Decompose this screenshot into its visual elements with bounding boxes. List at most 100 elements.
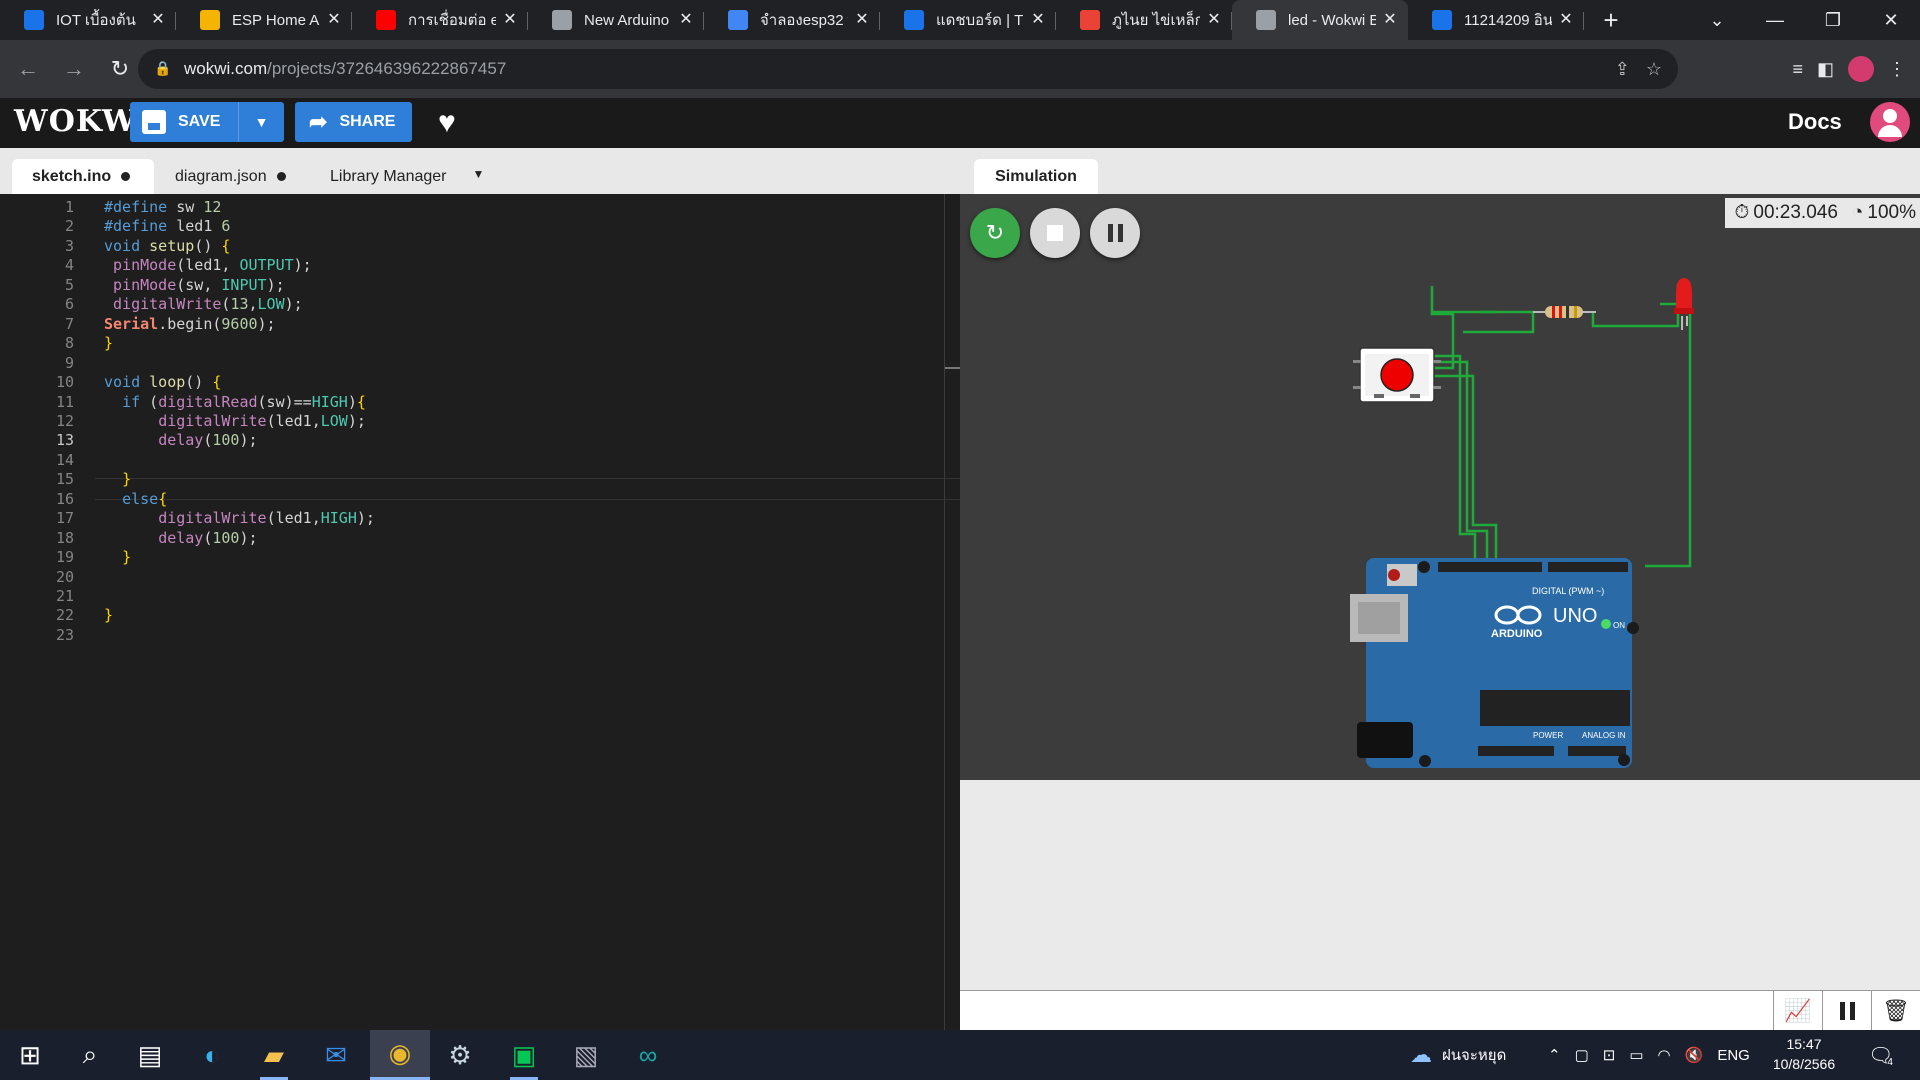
simulation-canvas[interactable]: ↻ ⏱ 00:23.046 ◔ 100% UNO ARDUINO ON DIGI… [960,194,1920,780]
code-line[interactable]: pinMode(sw, INPUT); [104,276,285,294]
mail-icon[interactable]: ✉ [306,1030,366,1080]
clear-trash-icon[interactable]: 🗑 [1871,991,1920,1031]
arduino-ide-icon[interactable]: ∞ [618,1030,678,1080]
close-tab-icon[interactable]: ✕ [854,12,870,28]
code-line[interactable]: } [104,548,131,566]
code-line[interactable]: Serial.begin(9600); [104,315,276,333]
browser-tab[interactable]: New Arduino ✕ [528,0,704,40]
contacts-icon [1432,10,1452,30]
code-line[interactable]: delay(100); [104,431,257,449]
code-line[interactable]: void setup() { [104,237,230,255]
unsaved-dot-icon [121,172,131,181]
photos-app-icon[interactable]: ▧ [556,1030,616,1080]
notification-center-icon[interactable]: 🗨 4 [1868,1030,1893,1080]
resistor[interactable] [1533,306,1596,318]
plotter-chart-icon[interactable]: 📈 [1773,991,1822,1031]
browser-tab[interactable]: led - Wokwi E ✕ [1232,0,1408,40]
browser-tab[interactable]: ภูไนย ไข่เหล็ก ✕ [1056,0,1232,40]
task-view-icon[interactable]: ▤ [120,1030,180,1080]
close-tab-icon[interactable]: ✕ [678,12,694,28]
file-explorer-icon[interactable]: ▰ [244,1030,304,1080]
code-line[interactable]: void loop() { [104,373,221,391]
wokwi-logo[interactable]: WOKWi [14,104,148,139]
browser-tab[interactable]: การเชื่อมต่อ esp ✕ [352,0,528,40]
user-avatar-icon[interactable] [1870,102,1910,142]
tab-search-icon[interactable]: ⌄ [1688,0,1746,40]
save-button[interactable]: SAVE ▼ [130,102,284,142]
edge-browser-icon[interactable]: ◐ [182,1030,242,1080]
code-editor[interactable]: 1 #define sw 12 2 #define led1 6 3 void setup… [0,194,960,1030]
share-button[interactable]: ➦ SHARE [295,102,412,142]
browser-tab[interactable]: จำลองesp32 wi ✕ [704,0,880,40]
back-arrow-icon[interactable]: ← [10,51,46,87]
show-hidden-icons-chevron[interactable]: ⌃ [1548,1046,1561,1064]
minimize-icon[interactable]: — [1746,0,1804,40]
network-share-icon[interactable]: ⊡ [1603,1046,1616,1064]
forward-arrow-icon[interactable]: → [56,51,92,87]
close-tab-icon[interactable]: ✕ [326,12,342,28]
address-bar[interactable]: 🔒 wokwi.com/projects/372646396222867457 … [138,49,1678,89]
save-dropdown-chevron-icon[interactable]: ▼ [238,102,284,142]
close-tab-icon[interactable]: ✕ [1558,12,1574,28]
arduino-uno-board[interactable]: UNO ARDUINO ON DIGITAL (PWM ~) POWER ANA… [1350,558,1639,768]
code-line[interactable]: if (digitalRead(sw)==HIGH){ [104,393,366,411]
editor-scrollbar[interactable] [944,194,945,1030]
media-queue-icon[interactable]: ≡ [1792,59,1803,80]
browser-tab[interactable]: ESP Home Aut ✕ [176,0,352,40]
close-tab-icon[interactable]: ✕ [1206,12,1222,28]
serial-monitor-input[interactable] [960,990,1773,1030]
pause-serial-icon[interactable] [1822,991,1871,1031]
scrollbar-thumb[interactable] [945,367,960,369]
browser-tab[interactable]: 11214209 อินเ ✕ [1408,0,1584,40]
new-tab-button[interactable]: + [1591,0,1631,40]
taskbar-clock[interactable]: 15:47 10/8/2566 [1752,1034,1856,1074]
close-tab-icon[interactable]: ✕ [150,12,166,28]
bookmark-star-icon[interactable]: ☆ [1646,59,1662,80]
close-window-icon[interactable]: ✕ [1862,0,1920,40]
line-app-icon[interactable]: ▣ [494,1030,554,1080]
browser-tab[interactable]: IOT เบื้องต้น ✕ [0,0,176,40]
speaker-muted-icon[interactable]: 🔇 [1685,1046,1704,1064]
google-docs-icon [728,10,748,30]
side-panel-icon[interactable]: ◧ [1817,59,1834,80]
restore-icon[interactable]: ❐ [1804,0,1862,40]
weather-widget[interactable]: ☁ ฝนจะหยุด [1410,1030,1506,1080]
tabs-menu-chevron-icon[interactable]: ▼ [473,167,485,181]
code-line[interactable]: } [104,470,131,488]
code-line[interactable]: pinMode(led1, OUTPUT); [104,256,312,274]
chrome-icon[interactable]: ◉ [370,1030,430,1080]
search-icon[interactable]: ⌕ [60,1030,120,1080]
wifi-icon[interactable]: ◠ [1658,1046,1671,1064]
steam-icon[interactable]: ⚙ [430,1030,490,1080]
code-line[interactable]: digitalWrite(led1,LOW); [104,412,366,430]
reload-icon[interactable]: ↻ [102,51,138,87]
code-line[interactable]: #define led1 6 [104,217,230,235]
code-line[interactable]: } [104,334,113,352]
tab-simulation[interactable]: Simulation [974,159,1098,194]
code-line[interactable]: } [104,606,113,624]
share-page-icon[interactable]: ⇪ [1615,59,1630,80]
line-number: 10 [55,373,74,392]
close-tab-icon[interactable]: ✕ [502,12,518,28]
tab-separator [879,12,880,30]
code-line[interactable]: digitalWrite(13,LOW); [104,295,303,313]
docs-link[interactable]: Docs [1788,109,1842,135]
code-line[interactable]: else{ [104,490,167,508]
close-tab-icon[interactable]: ✕ [1382,12,1398,28]
profile-avatar[interactable] [1848,56,1874,82]
code-line[interactable]: #define sw 12 [104,198,221,216]
close-tab-icon[interactable]: ✕ [1030,12,1046,28]
tab-diagram-json[interactable]: diagram.json [175,159,286,194]
tab-sketch-ino[interactable]: sketch.ino [12,159,154,194]
input-language[interactable]: ENG [1717,1047,1750,1064]
code-line[interactable]: digitalWrite(led1,HIGH); [104,509,375,527]
heart-icon[interactable]: ♥ [438,106,456,140]
pushbutton[interactable] [1353,347,1441,403]
battery-icon[interactable]: ▭ [1629,1046,1643,1064]
browser-menu-icon[interactable]: ⋮ [1888,59,1906,80]
tab-library-manager[interactable]: Library Manager ▼ [330,159,484,194]
browser-tab[interactable]: แดชบอร์ด | Thai ✕ [880,0,1056,40]
device-icon[interactable]: ▢ [1575,1046,1589,1064]
windows-start-icon[interactable]: ⊞ [0,1030,60,1080]
code-line[interactable]: delay(100); [104,529,257,547]
